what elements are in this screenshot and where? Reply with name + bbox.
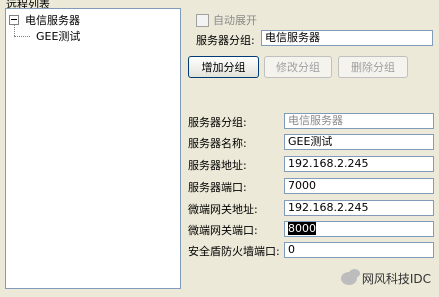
server-address-input[interactable]: 192.168.2.245 <box>284 156 434 172</box>
tree-root-item[interactable]: 电信服务器 <box>9 12 80 28</box>
add-group-button[interactable]: 增加分组 <box>188 56 259 78</box>
server-port-label: 服务器端口: <box>188 181 247 194</box>
tree-connector-line <box>14 36 30 37</box>
tree-connector-line <box>14 24 15 36</box>
server-name-input[interactable]: GEE测试 <box>284 134 434 150</box>
detail-group-field: 电信服务器 <box>284 113 434 129</box>
server-tree[interactable]: 电信服务器 GEE测试 <box>5 8 181 289</box>
watermark: 网风科技IDC <box>340 269 431 287</box>
wechat-icon <box>340 269 360 285</box>
group-edit-input[interactable]: 电信服务器 <box>261 30 433 46</box>
auto-expand-checkbox[interactable]: 自动展开 <box>196 12 257 28</box>
gateway-port-input[interactable]: 8000 <box>284 221 434 237</box>
gateway-address-label: 微端网关地址: <box>188 203 258 216</box>
delete-group-button[interactable]: 删除分组 <box>338 56 408 78</box>
gateway-address-input[interactable]: 192.168.2.245 <box>284 200 434 216</box>
detail-group-label: 服务器分组: <box>188 116 247 129</box>
firewall-port-label: 安全盾防火墙端口: <box>188 245 280 258</box>
server-address-label: 服务器地址: <box>188 159 247 172</box>
server-port-input[interactable]: 7000 <box>284 178 434 194</box>
tree-root-label: 电信服务器 <box>25 14 80 27</box>
server-name-label: 服务器名称: <box>188 137 247 150</box>
checkbox-box[interactable] <box>196 13 209 27</box>
edit-group-button[interactable]: 修改分组 <box>264 56 332 78</box>
tree-child-item[interactable]: GEE测试 <box>36 28 80 44</box>
selected-text: 8000 <box>288 222 316 235</box>
group-edit-label: 服务器分组: <box>196 34 255 47</box>
watermark-text: 网风科技IDC <box>361 272 431 286</box>
auto-expand-label: 自动展开 <box>213 14 257 27</box>
firewall-port-input[interactable]: 0 <box>284 242 434 258</box>
tree-child-label: GEE测试 <box>36 30 81 43</box>
gateway-port-label: 微端网关端口: <box>188 224 258 237</box>
